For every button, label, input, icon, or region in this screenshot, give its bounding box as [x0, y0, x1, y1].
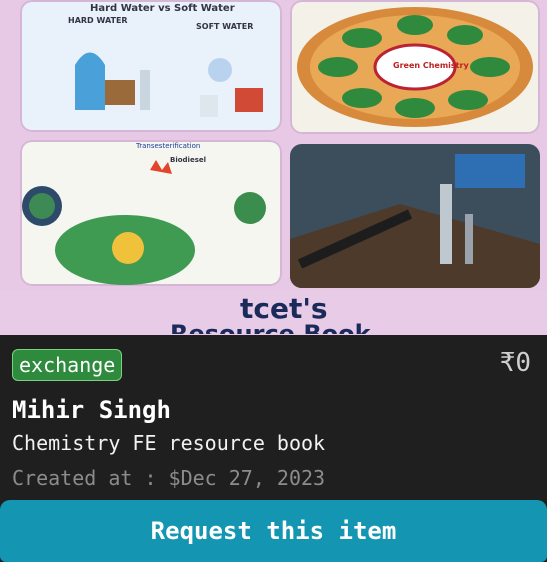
created-date: Created at : $Dec 27, 2023: [12, 466, 326, 490]
item-photo[interactable]: Hard Water vs Soft Water HARD WATER SOFT…: [0, 0, 547, 335]
hard-soft-water-panel: Hard Water vs Soft Water HARD WATER SOFT…: [20, 0, 282, 132]
request-item-button[interactable]: Request this item: [0, 500, 547, 562]
brand-subtitle: Resource Book: [170, 322, 390, 334]
green-chemistry-label: Green Chemistry: [393, 61, 469, 70]
item-price: ₹0: [499, 348, 531, 378]
water-illustration: [75, 52, 263, 117]
pipeline-illustration: [290, 144, 540, 288]
green-chemistry-panel: Green Chemistry: [290, 0, 540, 134]
exchange-badge: exchange: [12, 349, 123, 381]
pipeline-panel: [290, 144, 540, 288]
biodiesel-panel: Transesterification Biodiesel: [20, 140, 282, 286]
biodiesel-illustration: [22, 160, 266, 285]
item-title: Chemistry FE resource book: [12, 431, 326, 455]
brand-logo: tcet's: [240, 292, 328, 325]
owner-name: Mihir Singh: [12, 396, 171, 424]
